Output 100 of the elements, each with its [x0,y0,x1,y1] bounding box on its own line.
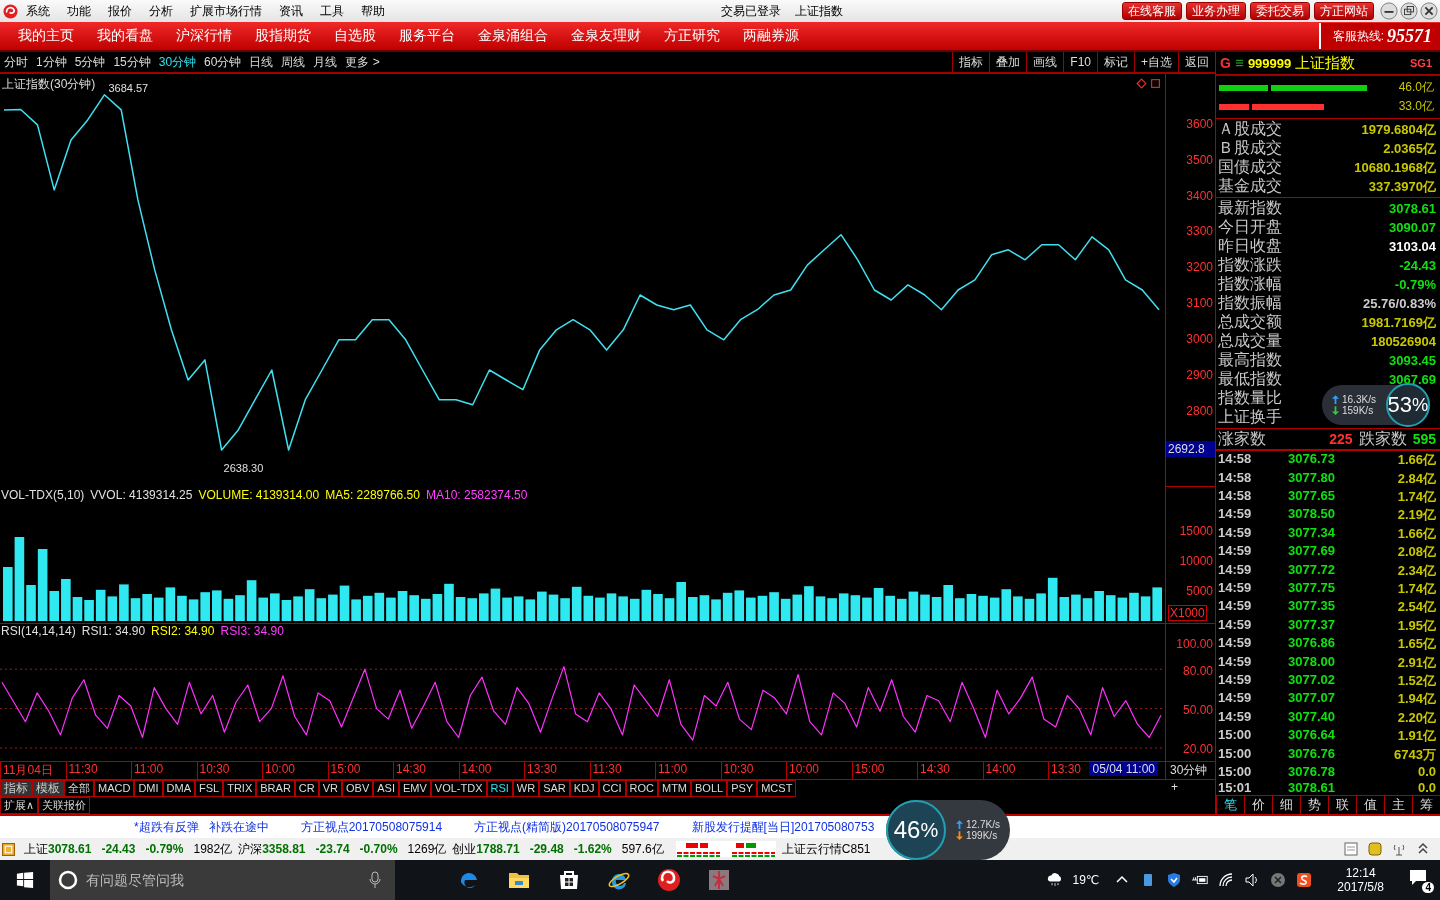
nav-item[interactable]: 两融券源 [743,27,799,45]
store-bag-icon[interactable] [557,868,581,892]
antenna-icon[interactable] [1392,842,1406,856]
extension-tab[interactable]: 扩展∧ [0,797,39,814]
indicator-tab[interactable]: VOL-TDX [430,780,487,797]
period-tab[interactable]: 更多 > [345,53,380,71]
indicator-tab[interactable]: CCI [598,780,626,797]
coin-icon[interactable] [1368,842,1382,856]
window-icon[interactable] [2,842,15,856]
menu-item[interactable]: 报价 [108,2,132,20]
menu-item[interactable]: 工具 [320,2,344,20]
nav-item[interactable]: 方正研究 [664,27,720,45]
indicator-tab[interactable]: BRAR [256,780,295,797]
swirl-app-icon[interactable] [657,868,681,892]
indicator-tab[interactable]: DMI [134,780,163,797]
menu-item[interactable]: 资讯 [279,2,303,20]
volume-bar [1140,596,1151,621]
indicator-tab[interactable]: TRIX [223,780,257,797]
time-label: 14:30 [917,762,983,779]
nav-item[interactable]: 我的主页 [18,27,74,45]
login-status: 交易已登录 [721,2,781,20]
nav-item[interactable]: 服务平台 [399,27,455,45]
indicator-tab[interactable]: 指标 [0,780,32,797]
news-link[interactable]: 新股发行提醒[当日]201705080753 [691,818,875,836]
indicator-tab[interactable]: MCST [757,780,797,797]
diamond-icon[interactable] [1136,78,1147,89]
period-tab[interactable]: 日线 [249,53,274,71]
period-tab[interactable]: 60分钟 [204,53,242,71]
indicator-tab[interactable]: ASI [373,780,399,797]
menu-icon[interactable] [1234,58,1244,68]
news-link[interactable]: 补跌在途中 [208,818,269,836]
indicator-tab[interactable]: OBV [342,780,374,797]
indicator-tab[interactable]: KDJ [569,780,599,797]
period-tab[interactable]: 周线 [281,53,306,71]
nav-item[interactable]: 股指期货 [255,27,311,45]
cortana-icon[interactable] [58,870,78,890]
menu-item[interactable]: 帮助 [361,2,385,20]
indicator-tab[interactable]: MTM [658,780,692,797]
arrows-up-icon[interactable] [1416,842,1430,856]
clock-date[interactable]: 2017/5/8 [1337,880,1384,894]
tick-amount: 2.91亿 [1397,653,1436,672]
indicator-tab[interactable]: 模板 [32,780,64,797]
axis-label: 3300 [1186,224,1213,239]
nav-item[interactable]: 金泉涌组合 [478,27,548,45]
sogou-icon[interactable] [1295,872,1314,888]
notification-button[interactable]: 4 [1408,867,1432,893]
restore-icon[interactable] [1400,2,1418,20]
indicator-tab[interactable]: SAR [539,780,570,797]
menu-item[interactable]: 功能 [67,2,91,20]
period-tab[interactable]: 15分钟 [113,53,151,71]
news-link[interactable]: *超跌有反弹 [134,818,199,836]
clock-time[interactable]: 12:14 [1345,866,1376,880]
temperature-label: 19℃ [1072,873,1100,887]
nav-item[interactable]: 我的看盘 [97,27,153,45]
microphone-icon[interactable] [369,871,381,889]
close-circle-icon[interactable] [1269,872,1288,888]
search-box[interactable]: 有问题尽管问我 [50,860,395,900]
indicator-tab[interactable]: WR [512,780,540,797]
square-icon[interactable] [1150,78,1161,89]
header-button[interactable]: 在线客服 [1122,2,1182,20]
search-field[interactable]: 有问题尽管问我 [84,871,369,889]
nav-item[interactable]: 金泉友理财 [571,27,641,45]
indicator-tab[interactable]: MACD [94,780,135,797]
close-icon[interactable] [1420,2,1438,20]
indicator-tab[interactable]: 全部 [64,780,94,797]
indicator-tab[interactable]: RSI [486,780,513,797]
menu-item[interactable]: 分析 [149,2,173,20]
arrow-down-icon [956,831,963,840]
nav-item[interactable]: 沪深行情 [176,27,232,45]
period-tab[interactable]: 1分钟 [36,53,67,71]
windows-start-icon[interactable] [16,871,34,889]
header-button[interactable]: 委托交易 [1250,2,1310,20]
period-tab[interactable]: 分时 [4,53,28,71]
indicator-tab[interactable]: VR [318,780,342,797]
period-tab[interactable]: 5分钟 [74,53,106,71]
header-button[interactable]: 业务办理 [1186,2,1246,20]
app-logo-icon [3,3,18,19]
indicator-tab[interactable]: PSY [727,780,758,797]
add-label[interactable]: + [1165,780,1178,797]
indicator-tab[interactable]: CR [294,780,319,797]
index-value: 1788.71 [476,842,520,856]
indicator-tab[interactable]: FSL [195,780,224,797]
volume-bar [804,586,814,621]
indicator-tab[interactable]: EMV [398,780,431,797]
nav-item[interactable]: 自选股 [334,27,376,45]
minimize-icon[interactable] [1380,2,1398,20]
extension-tab[interactable]: 关联报价 [38,797,91,814]
period-tab[interactable]: 月线 [313,53,338,71]
header-button[interactable]: 方正网站 [1314,2,1374,20]
menu-item[interactable]: 扩展市场行情 [190,2,262,20]
news-link[interactable]: 方正视点(精简版)20170508075947 [474,818,660,836]
menu-item[interactable]: 系统 [26,2,50,20]
security-code: 999999 [1247,55,1292,71]
indicator-tab[interactable]: BOLL [691,780,728,797]
indicator-tab[interactable]: DMA [162,780,195,797]
indicator-tab[interactable]: ROC [625,780,658,797]
time-label: 14:00 [458,762,524,779]
news-link[interactable]: 方正视点20170508075914 [300,818,443,836]
gift-box-icon[interactable] [707,868,731,892]
period-tab[interactable]: 30分钟 [158,53,197,71]
